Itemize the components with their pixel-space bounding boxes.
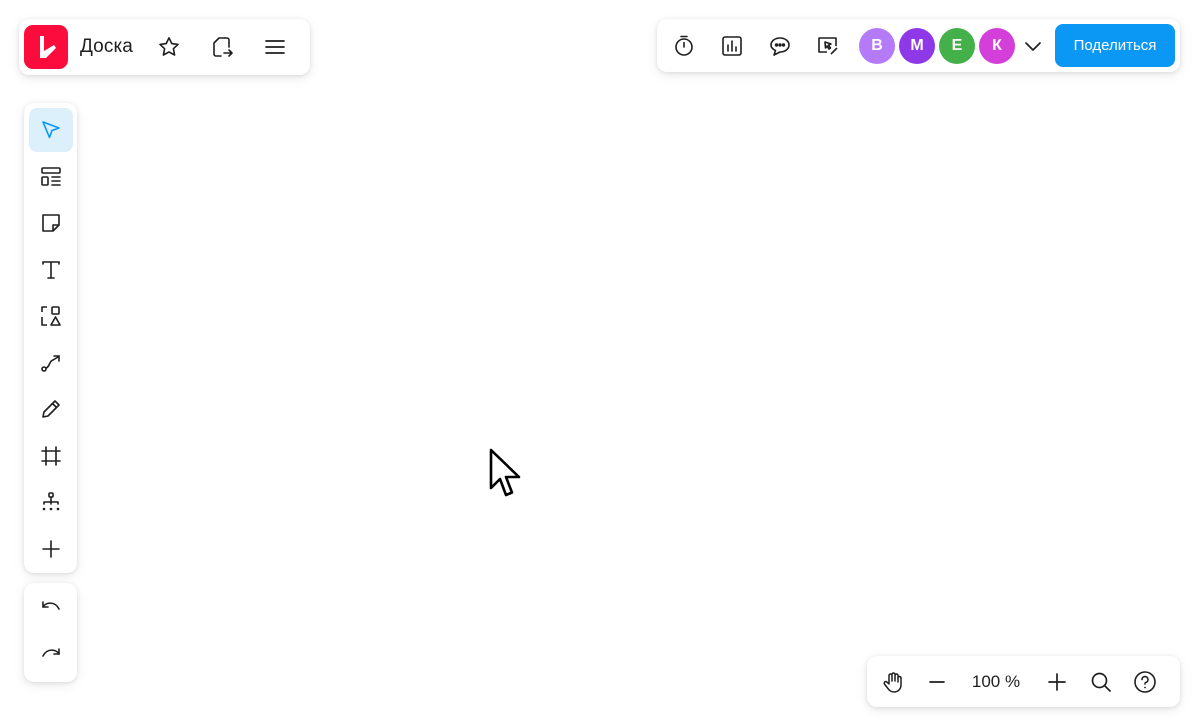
zoom-in-icon[interactable] <box>1039 664 1075 700</box>
undo-icon[interactable] <box>29 587 73 631</box>
chevron-down-icon[interactable] <box>1019 28 1047 64</box>
shapes-icon[interactable] <box>29 294 73 338</box>
text-icon[interactable] <box>29 248 73 292</box>
pen-icon[interactable] <box>29 387 73 431</box>
search-icon[interactable] <box>1083 664 1119 700</box>
timer-icon[interactable] <box>666 28 702 64</box>
logo-icon[interactable] <box>24 25 68 69</box>
board-header: Доска <box>19 19 310 75</box>
poll-chart-icon[interactable] <box>714 28 750 64</box>
zoom-bar: 100 % <box>867 656 1180 707</box>
templates-icon[interactable] <box>29 155 73 199</box>
avatar[interactable]: М <box>899 27 935 64</box>
mindmap-icon[interactable] <box>29 480 73 524</box>
zoom-out-icon[interactable] <box>919 664 955 700</box>
mouse-cursor-icon <box>489 448 521 497</box>
help-icon[interactable] <box>1127 664 1163 700</box>
sticker-icon[interactable] <box>29 201 73 245</box>
avatar[interactable]: В <box>859 27 895 64</box>
collaboration-bar: В М Е К Поделиться <box>657 19 1180 72</box>
presentation-icon[interactable] <box>810 28 846 64</box>
history-toolbar <box>24 583 77 682</box>
frame-icon[interactable] <box>29 434 73 478</box>
menu-icon[interactable] <box>257 29 293 65</box>
hand-icon[interactable] <box>875 664 911 700</box>
tools-toolbar <box>24 103 77 573</box>
redo-icon[interactable] <box>29 634 73 678</box>
export-icon[interactable] <box>204 29 240 65</box>
share-button[interactable]: Поделиться <box>1055 24 1175 67</box>
add-icon[interactable] <box>29 527 73 571</box>
star-icon[interactable] <box>151 29 187 65</box>
avatar[interactable]: Е <box>939 27 975 64</box>
select-icon[interactable] <box>28 108 73 152</box>
connector-icon[interactable] <box>29 341 73 385</box>
avatar[interactable]: К <box>979 27 1015 64</box>
board-title[interactable]: Доска <box>80 36 133 58</box>
comments-icon[interactable] <box>762 28 798 64</box>
zoom-level[interactable]: 100 % <box>961 672 1031 692</box>
